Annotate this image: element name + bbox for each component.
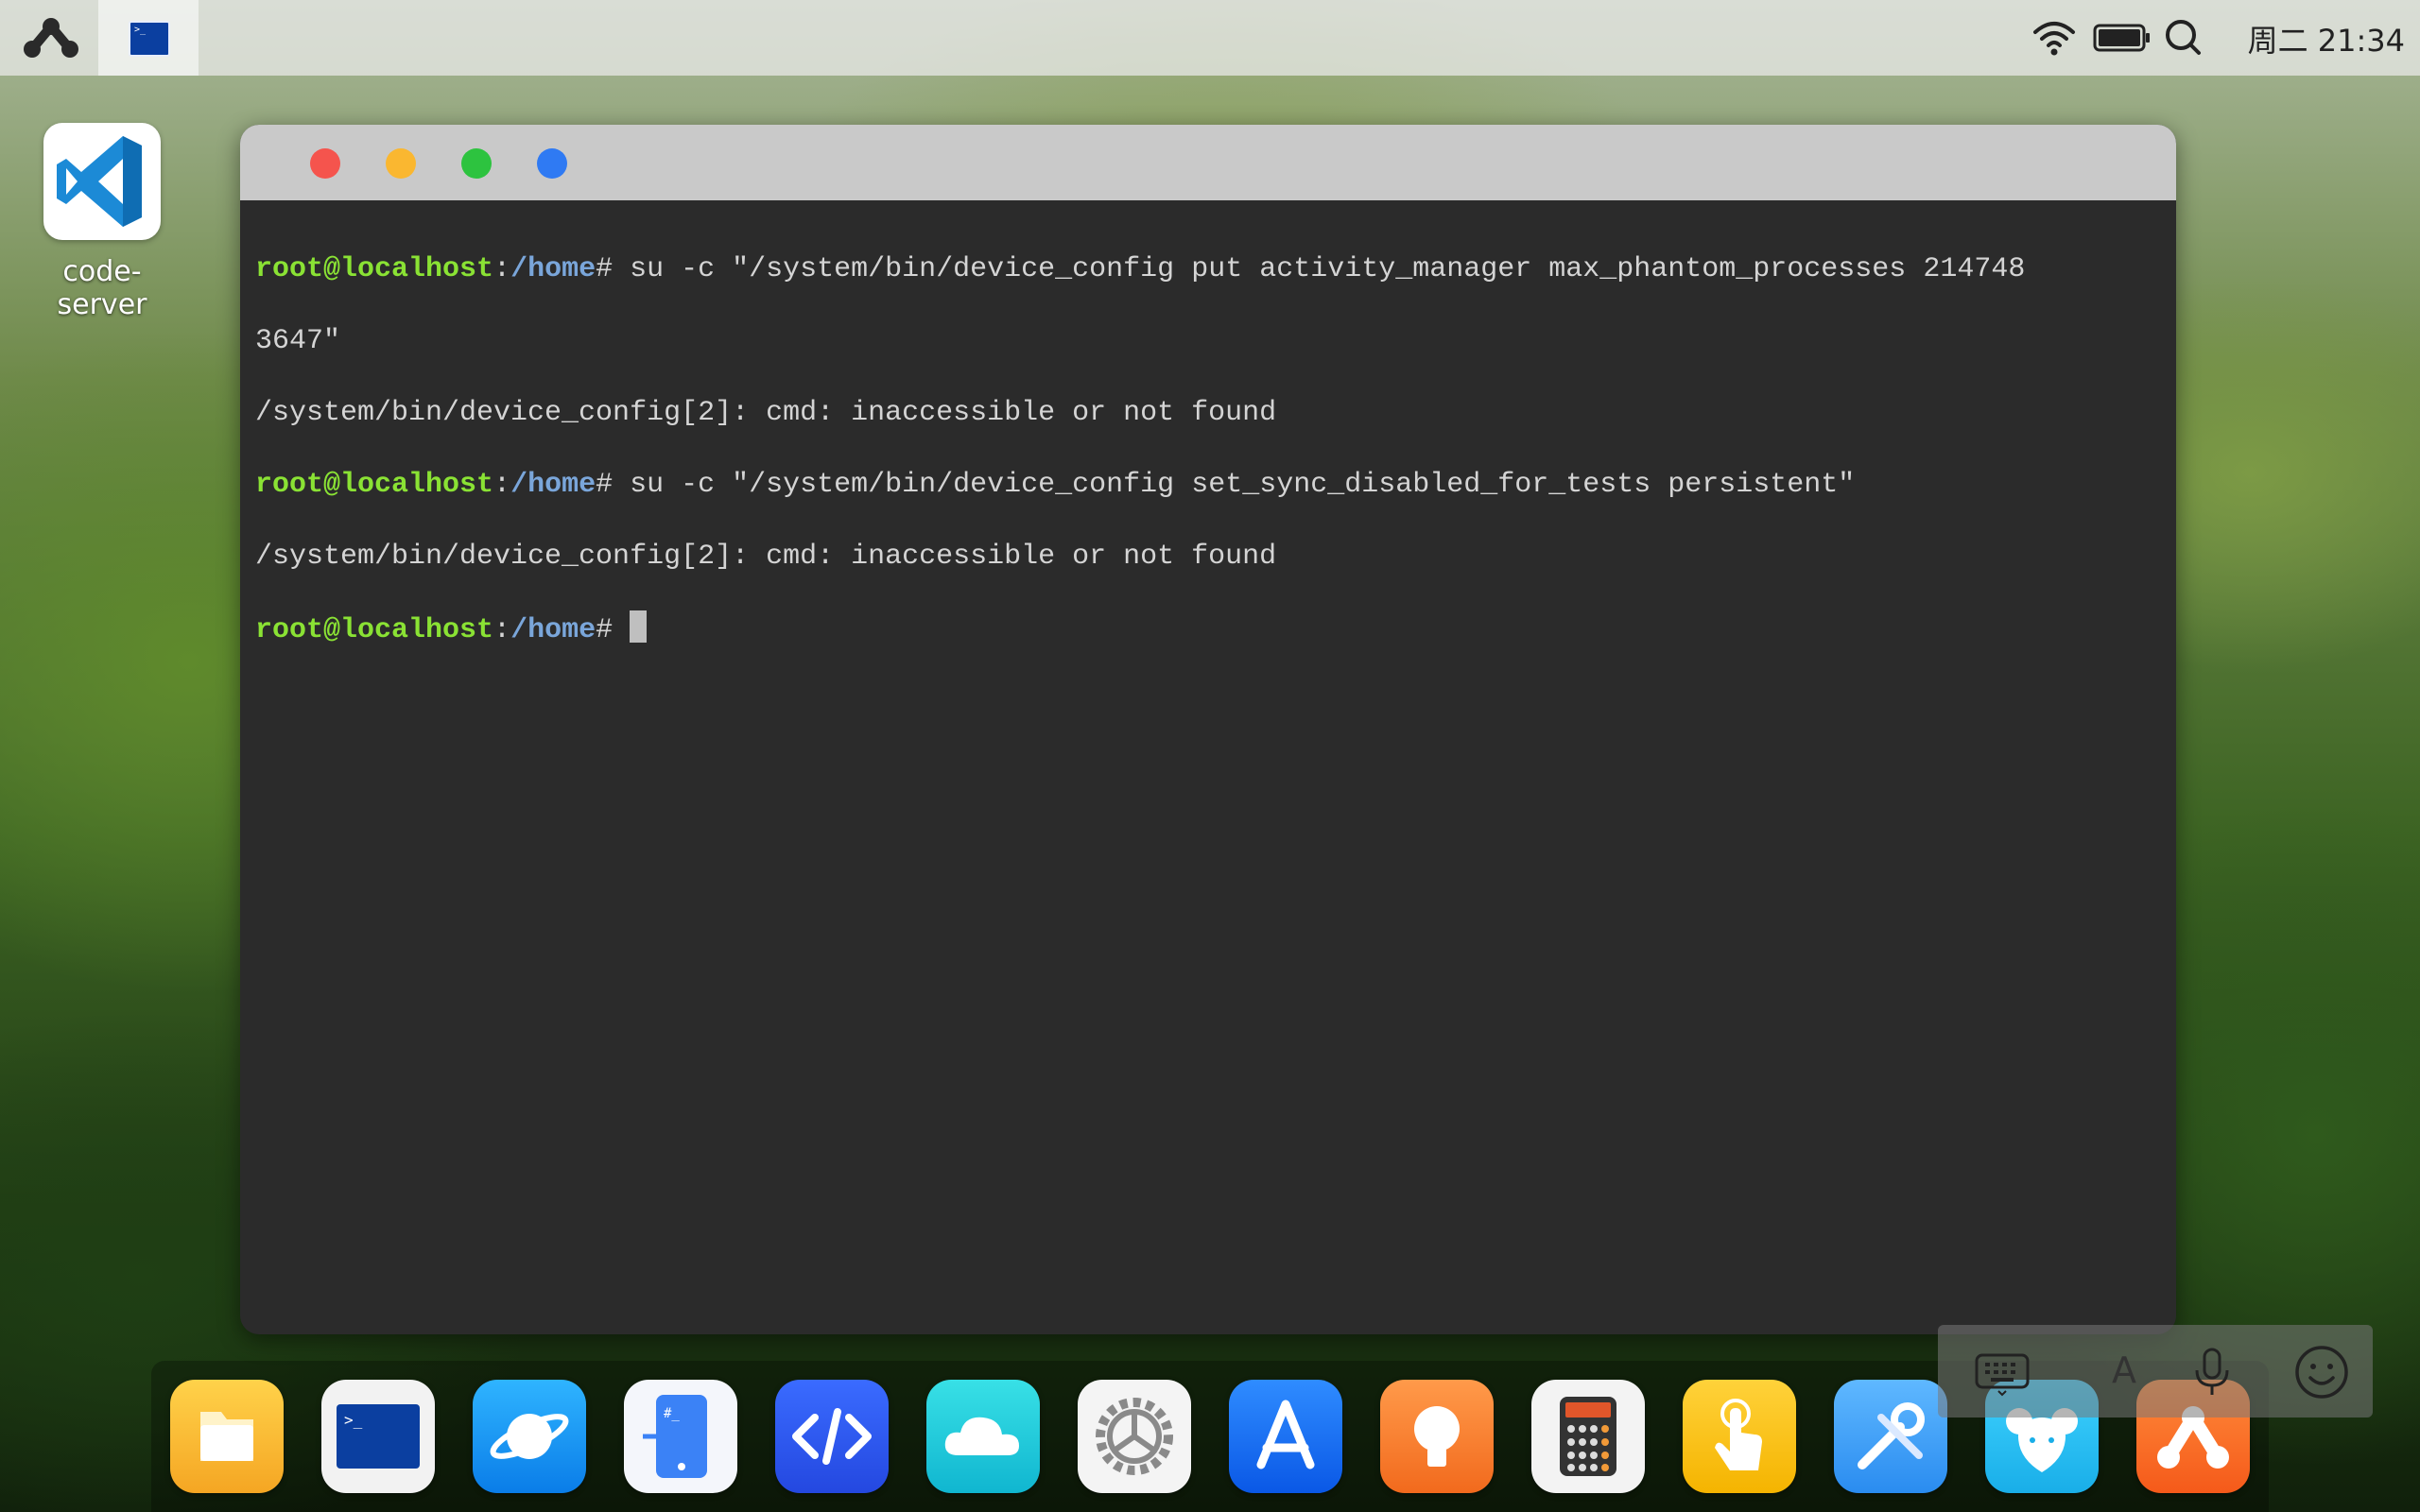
- microphone-icon[interactable]: [2191, 1346, 2233, 1402]
- font-icon-label: A: [2112, 1349, 2136, 1391]
- cloud-icon[interactable]: [926, 1380, 1040, 1493]
- terminal-window[interactable]: root@localhost:/home# su -c "/system/bin…: [240, 125, 2176, 1334]
- files-icon[interactable]: [170, 1380, 284, 1493]
- tips-icon[interactable]: [1380, 1380, 1494, 1493]
- terminal-line: 3647": [255, 325, 341, 357]
- app-store-icon[interactable]: [1229, 1380, 1342, 1493]
- minimize-button[interactable]: [386, 148, 416, 179]
- emoji-icon[interactable]: [2293, 1344, 2350, 1404]
- touch-icon[interactable]: [1683, 1380, 1796, 1493]
- desktop-icon-code-server[interactable]: code-server: [19, 123, 185, 321]
- code-editor-icon[interactable]: [775, 1380, 889, 1493]
- terminal-line: /system/bin/device_config[2]: cmd: inacc…: [255, 397, 1277, 429]
- browser-icon[interactable]: [473, 1380, 586, 1493]
- desktop-icon-label: code-server: [57, 255, 147, 321]
- search-icon[interactable]: [2163, 17, 2203, 60]
- terminal-cursor: [630, 610, 648, 643]
- terminal-task-button[interactable]: >_: [98, 0, 199, 76]
- keyboard-toolbar: A: [1938, 1325, 2373, 1418]
- keyboard-icon[interactable]: [1974, 1349, 2031, 1400]
- vscode-icon: [43, 123, 161, 240]
- svg-text:>_: >_: [344, 1411, 363, 1429]
- terminal-line: root@localhost:/home# su -c "/system/bin…: [255, 469, 1856, 501]
- maximize-button[interactable]: [461, 148, 492, 179]
- close-button[interactable]: [310, 148, 340, 179]
- settings-icon[interactable]: [1078, 1380, 1191, 1493]
- terminal-task-icon: >_: [129, 21, 170, 57]
- terminal-line: /system/bin/device_config[2]: cmd: inacc…: [255, 541, 1277, 573]
- font-icon[interactable]: A: [2100, 1349, 2148, 1397]
- terminal-icon[interactable]: >_: [321, 1380, 435, 1493]
- launcher-icon[interactable]: [21, 13, 81, 62]
- shell-app-icon[interactable]: #_: [624, 1380, 737, 1493]
- svg-text:#_: #_: [664, 1406, 680, 1421]
- terminal-output[interactable]: root@localhost:/home# su -c "/system/bin…: [255, 215, 2138, 720]
- terminal-line: root@localhost:/home# su -c "/system/bin…: [255, 253, 2026, 285]
- tools-icon[interactable]: [1834, 1380, 1947, 1493]
- calculator-icon[interactable]: [1531, 1380, 1645, 1493]
- window-titlebar[interactable]: [240, 125, 2176, 200]
- clock[interactable]: 周二 21:34: [2248, 17, 2405, 60]
- fullscreen-button[interactable]: [537, 148, 567, 179]
- wifi-icon[interactable]: [2032, 19, 2076, 60]
- terminal-line: root@localhost:/home#: [255, 610, 2138, 648]
- battery-icon[interactable]: [2093, 23, 2152, 57]
- top-bar: >_ 周二 21:34: [0, 0, 2420, 76]
- system-tray: 周二 21:34: [2023, 0, 2420, 76]
